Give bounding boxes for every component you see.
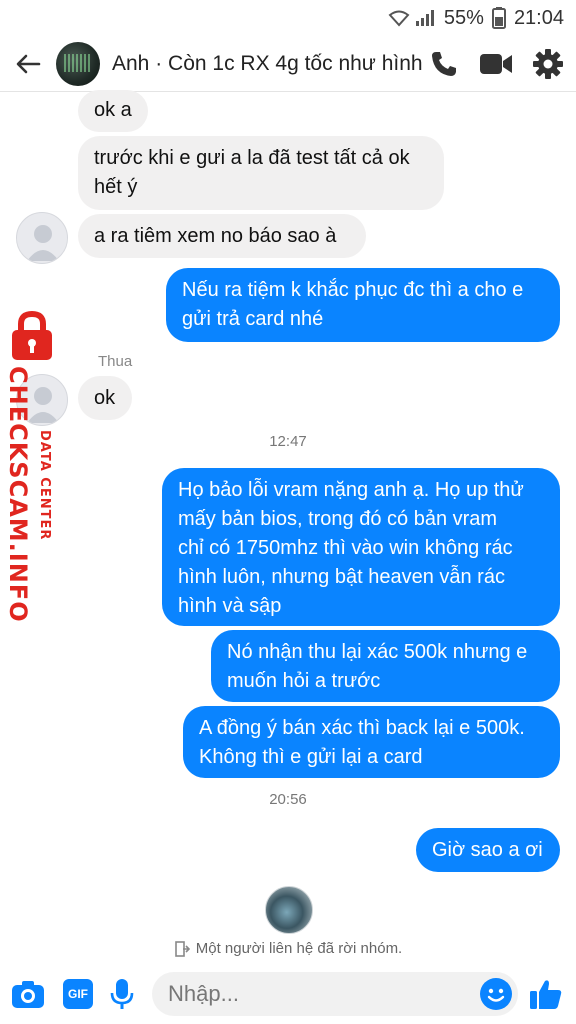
message-bubble-incoming[interactable]: trước khi e gưi a la đã test tất cả ok h… — [78, 136, 444, 210]
signal-icon — [415, 10, 434, 26]
video-camera-icon — [480, 54, 512, 74]
group-avatar[interactable] — [56, 41, 100, 86]
thumbs-up-icon — [530, 980, 562, 1009]
timestamp: 20:56 — [269, 791, 307, 808]
call-button[interactable] — [426, 46, 462, 82]
message-bubble-outgoing[interactable]: Họ bảo lỗi vram nặng anh ạ. Họ up thử mấ… — [162, 468, 560, 626]
message-bubble-outgoing[interactable]: Nó nhận thu lại xác 500k nhưng e muốn hỏ… — [211, 630, 560, 702]
read-receipt-avatar — [265, 886, 313, 934]
watermark: DATA CENTER CHECKSCAM.INFO — [2, 300, 64, 623]
system-message: Một người liên hệ đã rời nhóm. — [0, 940, 576, 957]
gif-button[interactable]: GIF — [56, 972, 100, 1016]
message-bubble-incoming[interactable]: a ra tiêm xem no báo sao à — [78, 214, 366, 258]
gear-icon — [533, 49, 563, 79]
settings-button[interactable] — [530, 46, 566, 82]
video-call-button[interactable] — [478, 46, 514, 82]
status-icons — [388, 9, 436, 27]
header-actions — [426, 36, 566, 92]
camera-icon — [12, 981, 44, 1008]
composer-bar: GIF Nhập... — [0, 964, 576, 1024]
message-bubble-outgoing[interactable]: Giờ sao a ơi — [416, 828, 560, 872]
contact-avatar[interactable] — [16, 212, 68, 264]
leave-door-icon — [174, 940, 190, 957]
gif-icon: GIF — [63, 979, 93, 1009]
battery-percent: 55% — [443, 6, 484, 29]
sender-name: Thua — [98, 353, 133, 370]
camera-button[interactable] — [6, 972, 50, 1016]
like-button[interactable] — [524, 972, 568, 1016]
message-bubble-outgoing[interactable]: Nếu ra tiệm k khắc phục đc thì a cho e g… — [166, 268, 560, 342]
timestamp: 12:47 — [269, 433, 307, 450]
watermark-line-1: DATA CENTER — [37, 430, 52, 541]
message-bubble-outgoing[interactable]: A đồng ý bán xác thì back lại e 500k. Kh… — [183, 706, 560, 778]
conversation-title[interactable]: Anh · Còn 1c RX 4g tốc như hình — [112, 52, 430, 76]
phone-icon — [432, 52, 456, 76]
default-avatar-icon — [27, 225, 59, 261]
watermark-line-2: CHECKSCAM.INFO — [4, 366, 32, 623]
message-bubble-incoming[interactable]: ok a — [78, 90, 148, 132]
wifi-icon — [388, 10, 410, 27]
voice-button[interactable] — [100, 972, 144, 1016]
clock: 21:04 — [513, 6, 564, 29]
microphone-icon — [110, 979, 134, 1009]
message-input-placeholder: Nhập... — [168, 981, 239, 1006]
battery-icon — [491, 7, 506, 29]
padlock-icon — [12, 310, 52, 360]
message-input[interactable]: Nhập... — [152, 972, 518, 1016]
emoji-button[interactable] — [480, 978, 512, 1010]
emoji-icon — [487, 988, 505, 1002]
conversation-header: Anh · Còn 1c RX 4g tốc như hình — [0, 36, 576, 92]
message-bubble-incoming[interactable]: ok — [78, 376, 132, 420]
back-button[interactable] — [0, 36, 56, 92]
message-list[interactable]: ok a trước khi e gưi a la đã test tất cả… — [0, 90, 576, 960]
back-arrow-icon — [16, 54, 41, 73]
status-bar: 55% 21:04 — [0, 0, 576, 36]
